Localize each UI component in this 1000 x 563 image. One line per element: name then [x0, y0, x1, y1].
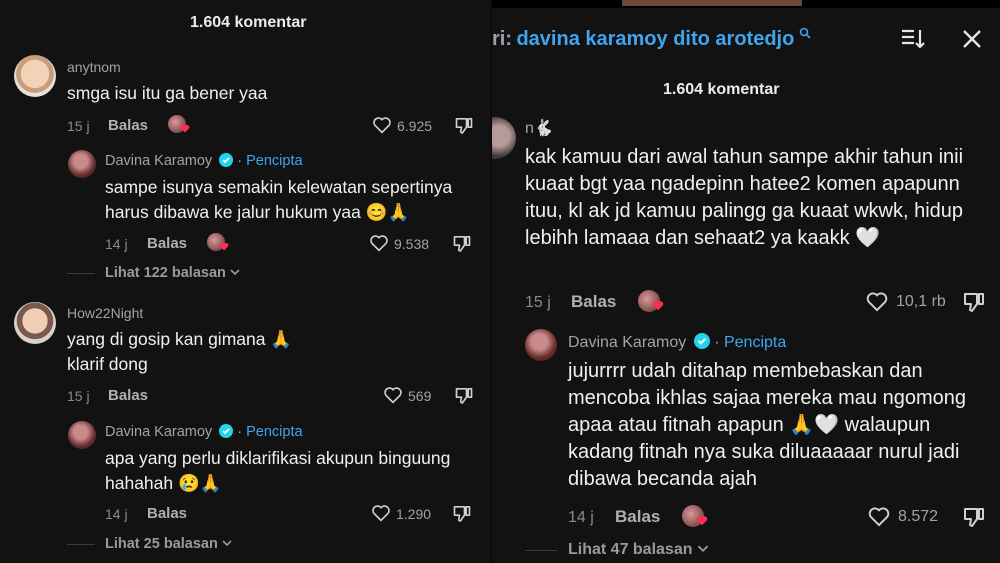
heart-badge-icon — [652, 301, 664, 311]
reply-button[interactable]: Balas — [147, 235, 187, 252]
search-query[interactable]: davina karamoy dito arotedjo — [516, 28, 794, 50]
creator-badge: Pencipta — [723, 334, 787, 351]
like-heart-icon[interactable] — [371, 504, 391, 522]
reply-time: 14 j — [568, 509, 594, 526]
replies-divider — [525, 550, 557, 551]
heart-badge-icon — [180, 124, 190, 133]
chevron-down-icon — [222, 540, 232, 547]
comment-time: 15 j — [67, 118, 90, 134]
heart-badge-icon — [696, 516, 708, 526]
replies-divider — [67, 273, 95, 274]
comment-text: smga isu itu ga bener yaa — [67, 83, 268, 103]
chevron-down-icon — [230, 269, 240, 276]
like-heart-icon[interactable] — [369, 234, 389, 252]
verified-badge-icon — [219, 153, 234, 167]
verified-badge-icon — [219, 424, 234, 438]
creator-name[interactable]: Davina Karamoy · Pencipta — [105, 424, 303, 440]
creator-avatar[interactable] — [68, 150, 96, 178]
comment-time: 15 j — [67, 388, 90, 404]
comment-count: 1.604 komentar — [190, 14, 307, 31]
creator-name[interactable]: Davina Karamoy · Pencipta — [105, 153, 303, 169]
verified-badge-icon — [693, 333, 710, 349]
reply-button[interactable]: Balas — [615, 507, 660, 527]
dislike-icon[interactable] — [454, 116, 474, 135]
view-replies-label: Lihat 47 balasan — [568, 541, 693, 558]
left-comments-panel: 1.604 komentar anytnom smga isu itu ga b… — [0, 0, 492, 563]
creator-avatar[interactable] — [68, 421, 96, 449]
view-replies-button[interactable]: Lihat 47 balasan — [568, 541, 709, 559]
creator-name-text: Davina Karamoy — [105, 153, 213, 169]
reply-text: sampe isunya semakin kelewatan sepertiny… — [105, 177, 453, 222]
like-heart-icon[interactable] — [372, 116, 392, 134]
reply-button[interactable]: Balas — [108, 387, 148, 404]
avatar[interactable] — [14, 55, 56, 97]
creator-badge: Pencipta — [246, 153, 303, 169]
search-bar[interactable]: ri: davina karamoy dito arotedjo — [492, 27, 811, 51]
reply-button[interactable]: Balas — [147, 505, 187, 522]
dislike-icon[interactable] — [962, 506, 986, 528]
reply-button[interactable]: Balas — [108, 117, 148, 134]
comment-username[interactable]: n🐇 — [525, 118, 554, 138]
comment-username[interactable]: How22Night — [67, 305, 143, 321]
reply-text: jujurrrr udah ditahap membebaskan dan me… — [568, 360, 966, 490]
sort-icon[interactable] — [900, 28, 926, 50]
reply-text: apa yang perlu diklarifikasi akupun bing… — [105, 448, 451, 493]
creator-name-text: Davina Karamoy — [568, 334, 687, 351]
creator-name[interactable]: Davina Karamoy · Pencipta — [568, 333, 786, 352]
like-heart-icon[interactable] — [383, 386, 403, 404]
comment-time: 15 j — [525, 294, 551, 311]
video-thumbnail-edge — [622, 0, 802, 6]
dislike-icon[interactable] — [452, 234, 472, 253]
search-icon[interactable] — [799, 27, 811, 39]
comment-username[interactable]: anytnom — [67, 59, 121, 75]
like-count: 569 — [408, 388, 432, 404]
dislike-icon[interactable] — [962, 291, 986, 313]
avatar[interactable] — [14, 302, 56, 344]
view-replies-label: Lihat 122 balasan — [105, 265, 226, 281]
creator-badge: Pencipta — [246, 424, 303, 440]
creator-name-text: Davina Karamoy — [105, 424, 213, 440]
like-heart-icon[interactable] — [865, 291, 889, 312]
like-heart-icon[interactable] — [867, 506, 891, 527]
comment-count: 1.604 komentar — [663, 81, 780, 98]
like-count: 9.538 — [394, 236, 430, 252]
comment-text: kak kamuu dari awal tahun sampe akhir ta… — [525, 146, 964, 249]
view-replies-label: Lihat 25 balasan — [105, 536, 218, 552]
view-replies-button[interactable]: Lihat 25 balasan — [105, 536, 232, 552]
dislike-icon[interactable] — [452, 504, 472, 523]
comment-text: yang di gosip kan gimana 🙏 klarif dong — [67, 329, 293, 374]
view-replies-button[interactable]: Lihat 122 balasan — [105, 265, 240, 281]
close-icon[interactable] — [962, 29, 982, 49]
avatar[interactable] — [492, 117, 516, 159]
dislike-icon[interactable] — [454, 386, 474, 405]
like-count: 8.572 — [898, 508, 939, 525]
chevron-down-icon — [697, 545, 709, 553]
right-comments-panel: ri: davina karamoy dito arotedjo 1.604 k… — [492, 0, 1000, 563]
reply-button[interactable]: Balas — [571, 292, 616, 312]
replies-divider — [67, 544, 95, 545]
like-count: 1.290 — [396, 506, 432, 522]
reply-time: 14 j — [105, 236, 128, 252]
reply-time: 14 j — [105, 506, 128, 522]
like-count: 6.925 — [397, 118, 433, 134]
search-prefix: ri: — [492, 28, 512, 50]
creator-avatar[interactable] — [525, 329, 557, 361]
heart-badge-icon — [219, 242, 229, 251]
like-count: 10,1 rb — [896, 293, 946, 310]
